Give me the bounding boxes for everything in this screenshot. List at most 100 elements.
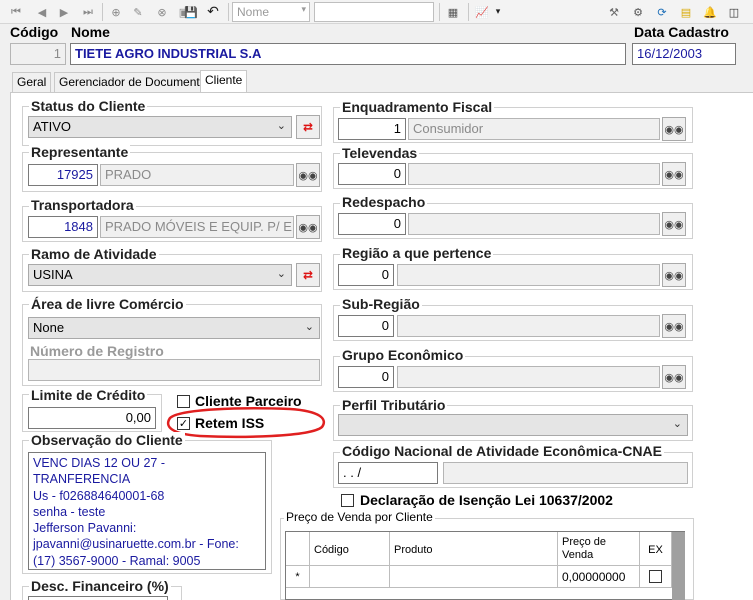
representante-code[interactable]: 17925 bbox=[28, 164, 98, 186]
precos-grid[interactable]: Código Produto Preço de Venda EX * 0,000… bbox=[285, 531, 685, 600]
representante-label: Representante bbox=[29, 144, 131, 160]
tab-geral[interactable]: Geral bbox=[12, 72, 52, 92]
enquadramento-label: Enquadramento Fiscal bbox=[340, 99, 495, 115]
grupo-economico-search-button[interactable]: ◉◉ bbox=[662, 365, 686, 389]
binoculars-icon: ◉◉ bbox=[664, 217, 684, 231]
chevron-down-icon[interactable]: ▾ bbox=[490, 4, 506, 20]
save-icon[interactable]: 💾 bbox=[183, 4, 199, 20]
tools-icon[interactable]: ⚒ bbox=[606, 4, 622, 20]
observacao-label: Observação do Cliente bbox=[29, 432, 185, 448]
regiao-code[interactable]: 0 bbox=[338, 264, 394, 286]
perfil-tributario-select[interactable]: ⌄ bbox=[338, 414, 688, 436]
representante-search-button[interactable]: ◉◉ bbox=[296, 163, 320, 187]
regiao-name bbox=[397, 264, 660, 286]
chart-icon[interactable]: 📈 bbox=[474, 4, 490, 20]
codigo-label: Código bbox=[10, 24, 59, 40]
first-record-icon[interactable]: ⏮ bbox=[8, 4, 24, 20]
sub-regiao-search-button[interactable]: ◉◉ bbox=[662, 314, 686, 338]
new-row-ex-cell bbox=[640, 566, 672, 588]
redespacho-code[interactable]: 0 bbox=[338, 213, 406, 235]
search-input[interactable] bbox=[314, 2, 434, 22]
toolbar-separator bbox=[228, 3, 229, 21]
edit-icon[interactable]: ✎ bbox=[130, 4, 146, 20]
binoculars-icon: ◉◉ bbox=[664, 370, 684, 384]
column-header-produto[interactable]: Produto bbox=[390, 532, 558, 566]
new-row-codigo-cell[interactable] bbox=[310, 566, 390, 588]
precos-title: Preço de Venda por Cliente bbox=[284, 510, 435, 524]
transportadora-search-button[interactable]: ◉◉ bbox=[296, 215, 320, 239]
binoculars-icon: ◉◉ bbox=[664, 122, 684, 136]
ramo-value: USINA bbox=[33, 267, 73, 282]
last-record-icon[interactable]: ⏭ bbox=[80, 4, 96, 20]
settings-icon[interactable]: ⚙ bbox=[630, 4, 646, 20]
data-cadastro-field[interactable]: 16/12/2003 bbox=[632, 43, 736, 65]
observacao-line: senha - teste bbox=[33, 504, 106, 519]
note-icon[interactable]: ▤ bbox=[678, 4, 694, 20]
sub-regiao-code[interactable]: 0 bbox=[338, 315, 394, 337]
televendas-label: Televendas bbox=[340, 145, 420, 161]
binoculars-icon: ◉◉ bbox=[664, 319, 684, 333]
chevron-down-icon: ⌄ bbox=[304, 320, 314, 333]
refresh-icon: ⇄ bbox=[302, 120, 314, 134]
status-select[interactable]: ATIVO ⌄ bbox=[28, 116, 292, 138]
previous-record-icon[interactable]: ◀ bbox=[34, 4, 50, 20]
declaracao-checkbox[interactable] bbox=[341, 494, 354, 507]
grid-view-icon[interactable]: ▦ bbox=[445, 4, 461, 20]
observacao-line: (17) 3567-9000 - Ramal: 9005 bbox=[33, 553, 201, 568]
cnae-label: Código Nacional de Atividade Econômica-C… bbox=[340, 443, 664, 459]
tab-gerenciador-documentos[interactable]: Gerenciador de Documentos bbox=[54, 72, 218, 92]
nome-field[interactable]: TIETE AGRO INDUSTRIAL S.A bbox=[70, 43, 626, 65]
grupo-economico-label: Grupo Econômico bbox=[340, 347, 466, 363]
new-row-ex-checkbox[interactable] bbox=[649, 570, 662, 583]
binoculars-icon: ◉◉ bbox=[298, 168, 318, 182]
status-refresh-button[interactable]: ⇄ bbox=[296, 115, 320, 139]
undo-icon[interactable]: ↶ bbox=[205, 4, 221, 20]
new-row-produto-cell[interactable] bbox=[390, 566, 558, 588]
chevron-down-icon: ⌄ bbox=[276, 119, 286, 132]
transportadora-code[interactable]: 1848 bbox=[28, 216, 98, 238]
redespacho-search-button[interactable]: ◉◉ bbox=[662, 212, 686, 236]
regiao-search-button[interactable]: ◉◉ bbox=[662, 263, 686, 287]
column-header-ex[interactable]: EX bbox=[640, 532, 672, 566]
search-field-combo[interactable]: Nome ▾ bbox=[232, 2, 310, 22]
desc-financeiro-field[interactable] bbox=[28, 596, 168, 600]
data-cadastro-label: Data Cadastro bbox=[634, 24, 729, 40]
column-header-preco-venda[interactable]: Preço de Venda bbox=[558, 532, 640, 566]
enquadramento-code[interactable]: 1 bbox=[338, 118, 406, 140]
tab-cliente[interactable]: Cliente bbox=[200, 70, 248, 93]
ramo-refresh-button[interactable]: ⇄ bbox=[296, 263, 320, 287]
new-row-preco-cell[interactable]: 0,00000000 bbox=[558, 566, 640, 588]
cancel-icon[interactable]: ⊗ bbox=[154, 4, 170, 20]
redespacho-label: Redespacho bbox=[340, 194, 428, 210]
column-header-codigo[interactable]: Código bbox=[310, 532, 390, 566]
help-icon[interactable]: ◫ bbox=[726, 4, 742, 20]
status-label: Status do Cliente bbox=[29, 98, 148, 114]
grid-scrollbar[interactable] bbox=[672, 532, 685, 600]
grupo-economico-code[interactable]: 0 bbox=[338, 366, 394, 388]
notification-icon[interactable]: 🔔 bbox=[702, 4, 718, 20]
ramo-select[interactable]: USINA ⌄ bbox=[28, 264, 292, 286]
cnae-name bbox=[443, 462, 688, 484]
area-livre-select[interactable]: None ⌄ bbox=[28, 317, 320, 339]
sub-regiao-name bbox=[397, 315, 660, 337]
televendas-code[interactable]: 0 bbox=[338, 163, 406, 185]
observacao-line: VENC DIAS 12 OU 27 - bbox=[33, 456, 165, 470]
televendas-search-button[interactable]: ◉◉ bbox=[662, 162, 686, 186]
desc-financeiro-label: Desc. Financeiro (%) bbox=[29, 578, 171, 594]
next-record-icon[interactable]: ▶ bbox=[56, 4, 72, 20]
binoculars-icon: ◉◉ bbox=[298, 220, 318, 234]
televendas-name bbox=[408, 163, 660, 185]
refresh-icon[interactable]: ⟳ bbox=[654, 4, 670, 20]
add-icon[interactable]: ⊕ bbox=[108, 4, 124, 20]
chevron-down-icon: ⌄ bbox=[276, 267, 286, 280]
limite-field[interactable]: 0,00 bbox=[28, 407, 156, 429]
nome-label: Nome bbox=[71, 24, 110, 40]
observacao-textarea[interactable]: VENC DIAS 12 OU 27 - TRANFERENCIA Us - f… bbox=[28, 452, 266, 570]
cnae-code[interactable]: . . / bbox=[338, 462, 438, 484]
toolbar-separator bbox=[439, 3, 440, 21]
redespacho-name bbox=[408, 213, 660, 235]
declaracao-label: Declaração de Isenção Lei 10637/2002 bbox=[360, 492, 613, 508]
status-value: ATIVO bbox=[33, 119, 72, 134]
transportadora-label: Transportadora bbox=[29, 197, 136, 213]
enquadramento-search-button[interactable]: ◉◉ bbox=[662, 117, 686, 141]
